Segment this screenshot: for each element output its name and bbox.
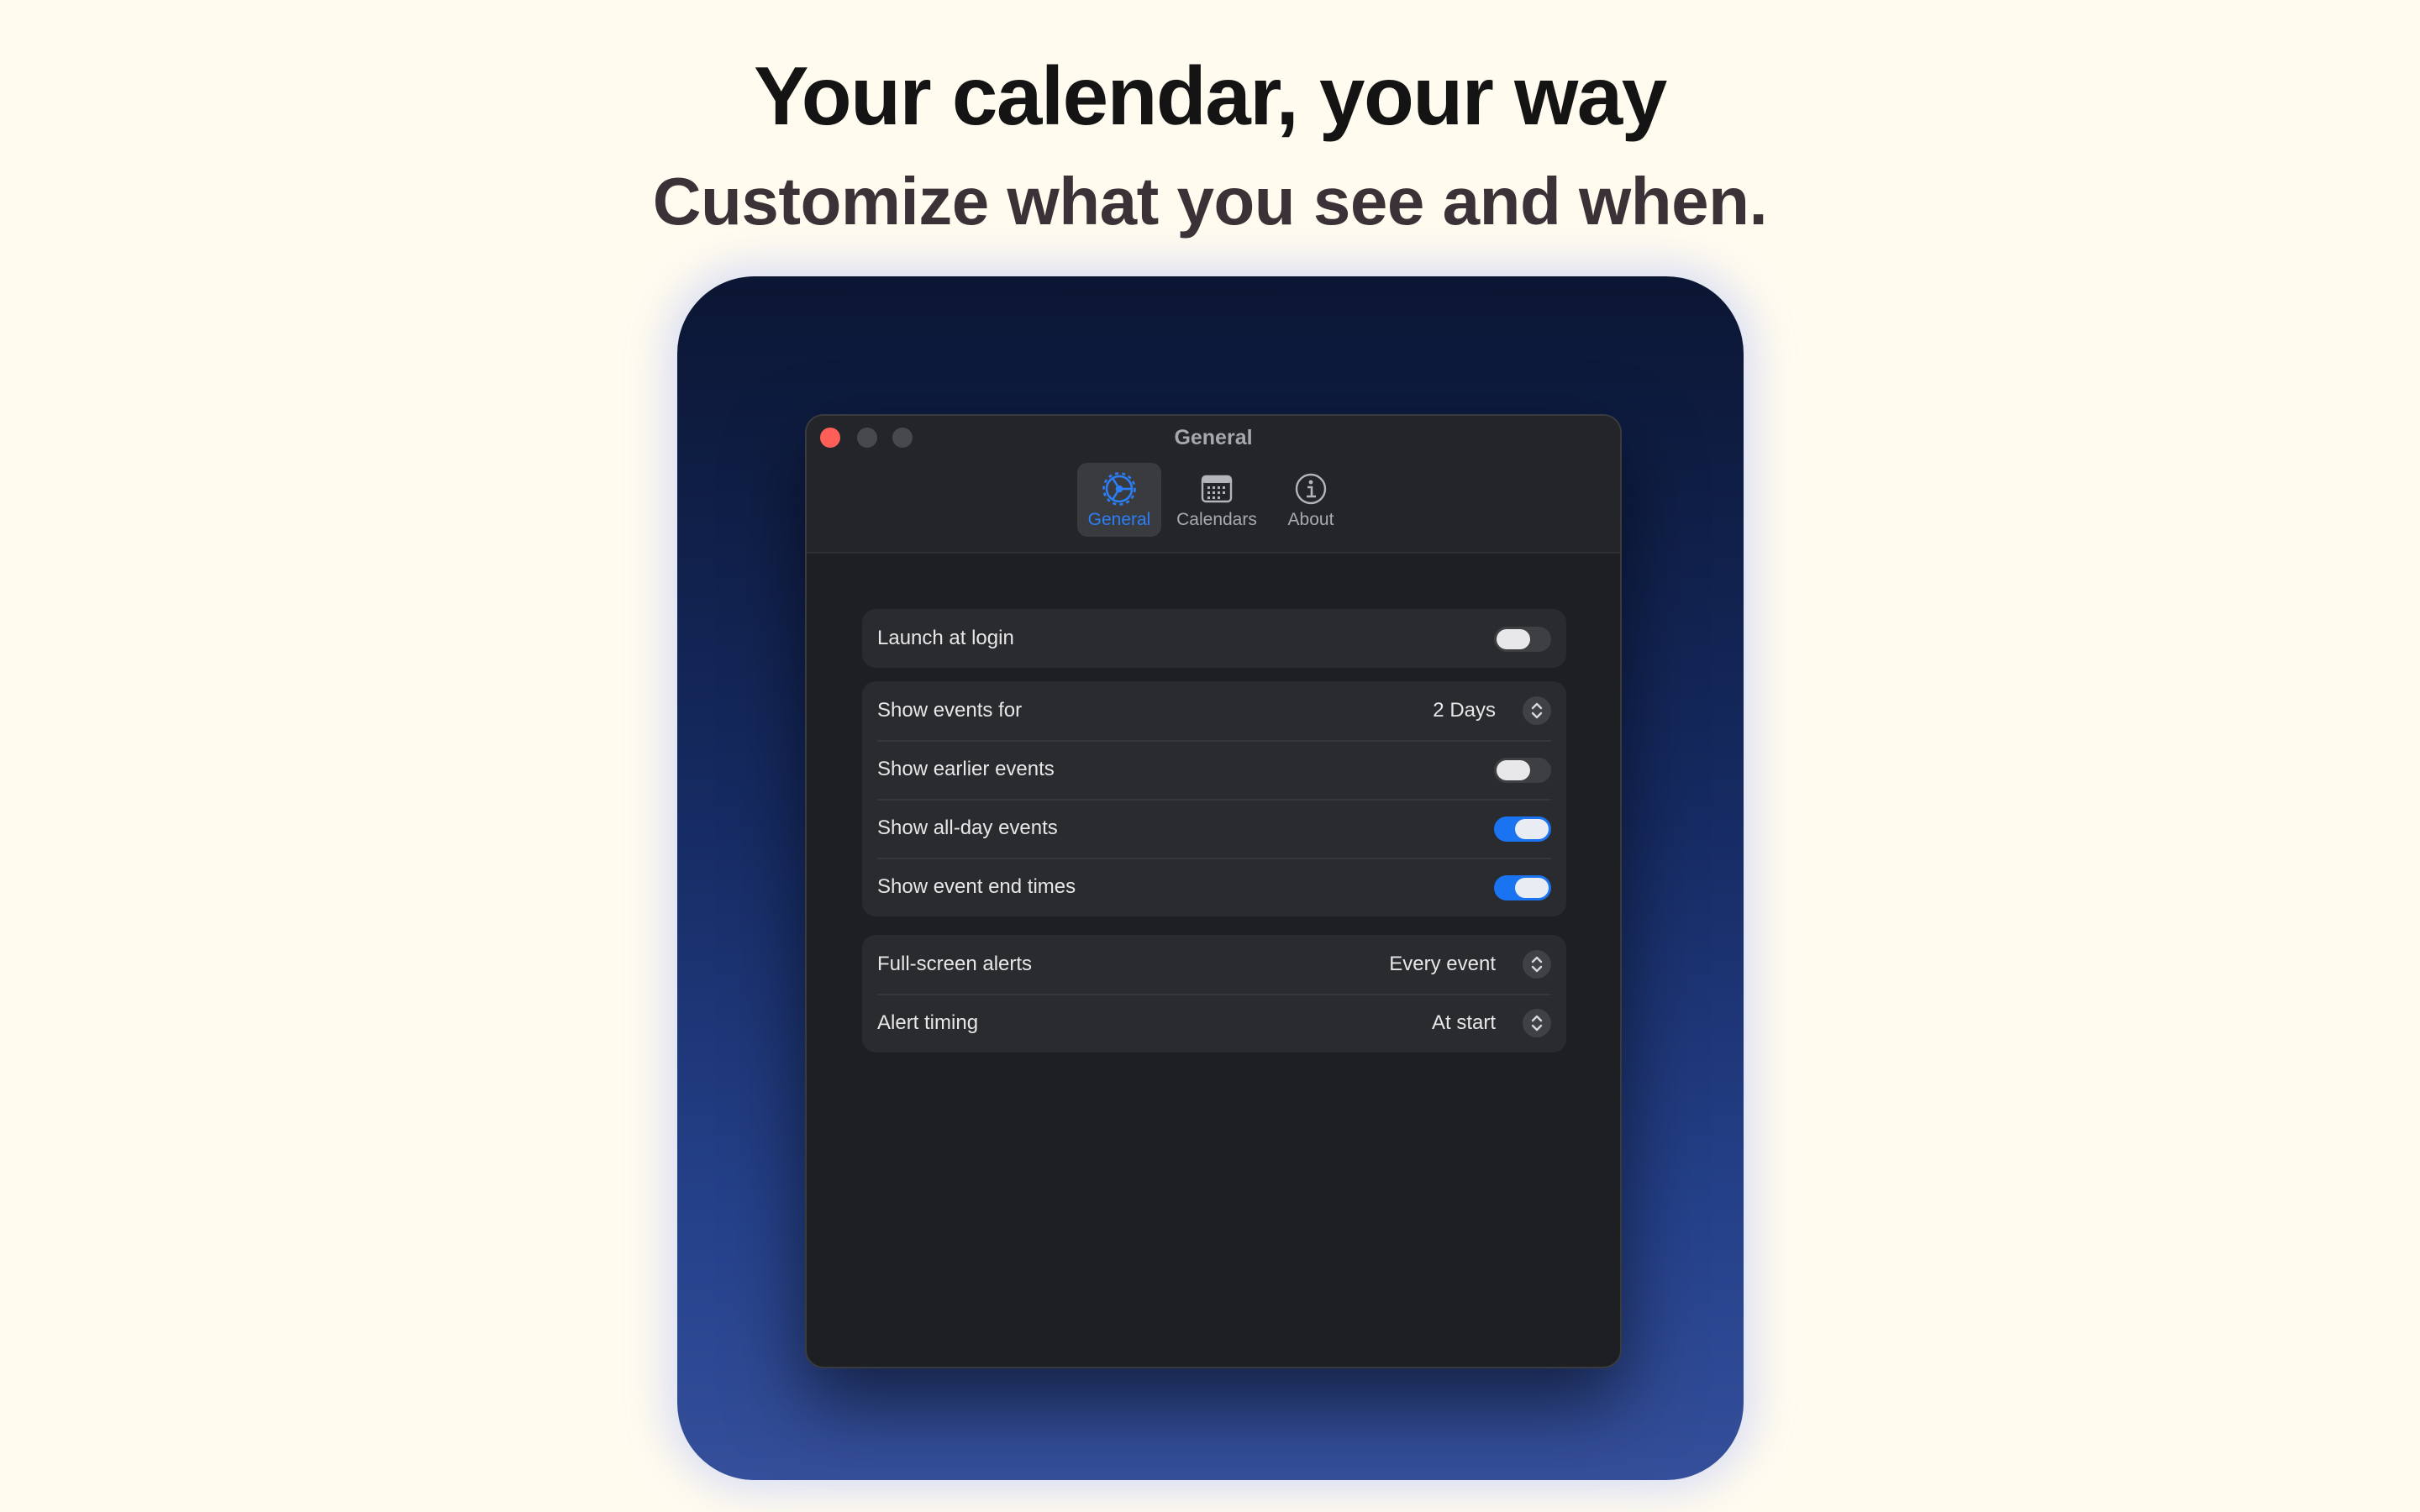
show-events-for-stepper[interactable]	[1523, 696, 1551, 725]
alert-timing-row: Alert timing At start	[862, 994, 1566, 1053]
calendar-icon	[1173, 471, 1260, 507]
show-all-day-events-row: Show all-day events	[862, 799, 1566, 858]
show-events-for-value[interactable]: 2 Days	[1433, 681, 1496, 740]
settings-group-startup: Launch at login	[862, 609, 1566, 668]
launch-at-login-row: Launch at login	[862, 609, 1566, 668]
show-event-end-times-row: Show event end times	[862, 858, 1566, 916]
full-screen-alerts-label: Full-screen alerts	[877, 953, 1033, 975]
alert-timing-label: Alert timing	[877, 1011, 979, 1034]
show-earlier-events-toggle[interactable]	[1494, 758, 1551, 783]
show-all-day-events-toggle[interactable]	[1494, 816, 1551, 842]
info-icon	[1269, 471, 1353, 507]
show-all-day-events-label: Show all-day events	[877, 816, 1058, 839]
hero-subheadline: Customize what you see and when.	[652, 164, 1768, 239]
show-events-for-row: Show events for 2 Days	[862, 681, 1566, 740]
toggle-knob	[1515, 819, 1549, 839]
show-earlier-events-row: Show earlier events	[862, 740, 1566, 799]
show-event-end-times-toggle[interactable]	[1494, 875, 1551, 900]
show-event-end-times-label: Show event end times	[877, 875, 1076, 898]
full-screen-alerts-stepper[interactable]	[1523, 950, 1551, 979]
show-earlier-events-label: Show earlier events	[877, 758, 1055, 780]
tab-about[interactable]: About	[1269, 463, 1353, 537]
full-screen-alerts-value[interactable]: Every event	[1389, 935, 1496, 994]
gear-icon	[1077, 471, 1161, 507]
tab-about-label: About	[1287, 510, 1334, 529]
settings-group-alerts: Full-screen alerts Every event Alert tim…	[862, 935, 1566, 1053]
chevron-up-down-icon	[1531, 702, 1543, 719]
toggle-knob	[1497, 629, 1530, 649]
tab-general[interactable]: General	[1077, 463, 1161, 537]
chevron-up-down-icon	[1531, 1015, 1543, 1032]
window-toolbar: General General Calendars About	[807, 416, 1620, 554]
chevron-up-down-icon	[1531, 956, 1543, 973]
alert-timing-value[interactable]: At start	[1432, 994, 1496, 1053]
settings-group-events: Show events for 2 Days Show earlier even…	[862, 681, 1566, 916]
toggle-knob	[1497, 760, 1530, 780]
window-title: General	[1174, 426, 1253, 449]
tab-general-label: General	[1087, 510, 1151, 529]
hero-headline: Your calendar, your way	[754, 50, 1667, 142]
show-events-for-label: Show events for	[877, 699, 1023, 722]
tab-calendars[interactable]: Calendars	[1173, 463, 1260, 537]
toggle-knob	[1515, 878, 1549, 898]
launch-at-login-toggle[interactable]	[1494, 627, 1551, 652]
tab-calendars-label: Calendars	[1176, 510, 1257, 529]
full-screen-alerts-row: Full-screen alerts Every event	[862, 935, 1566, 994]
settings-window: General General Calendars About Launch a…	[805, 414, 1622, 1368]
alert-timing-stepper[interactable]	[1523, 1009, 1551, 1037]
launch-at-login-label: Launch at login	[877, 627, 1014, 649]
